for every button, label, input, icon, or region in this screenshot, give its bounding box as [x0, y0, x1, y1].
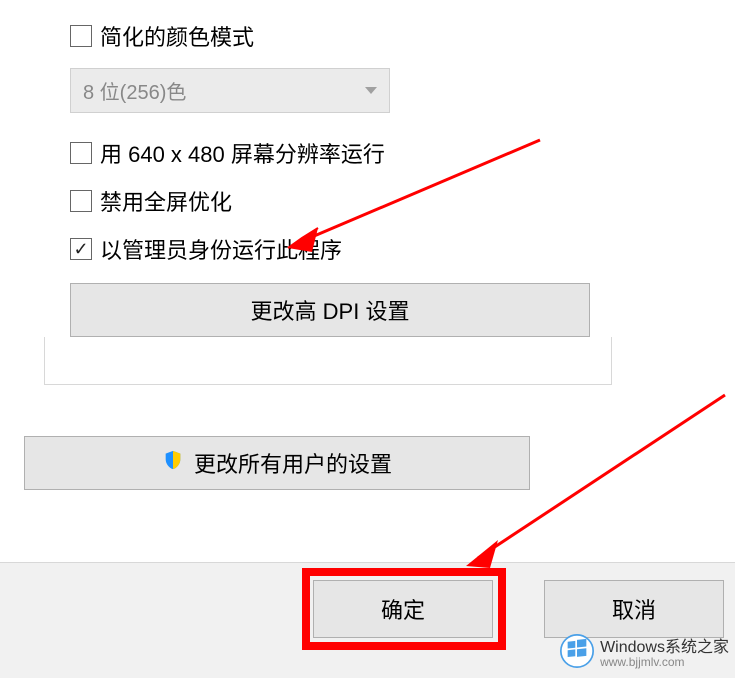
ok-button[interactable]: 确定 — [313, 580, 493, 638]
run-as-admin-label: 以管理员身份运行此程序 — [100, 233, 342, 265]
reduced-color-mode-label: 简化的颜色模式 — [100, 20, 254, 52]
cancel-button-label: 取消 — [612, 593, 656, 625]
change-all-users-settings-button[interactable]: 更改所有用户的设置 — [24, 436, 530, 490]
reduced-color-mode-checkbox[interactable] — [70, 25, 92, 47]
low-resolution-label: 用 640 x 480 屏幕分辨率运行 — [100, 137, 385, 169]
shield-icon — [162, 449, 184, 477]
ok-button-label: 确定 — [381, 593, 425, 625]
chevron-down-icon — [365, 87, 377, 94]
all-users-button-label: 更改所有用户的设置 — [194, 447, 392, 479]
windows-logo-icon — [560, 634, 594, 674]
run-as-admin-row: 以管理员身份运行此程序 — [70, 233, 735, 265]
color-depth-dropdown: 8 位(256)色 — [70, 68, 390, 113]
dpi-button-label: 更改高 DPI 设置 — [251, 294, 410, 326]
watermark: Windows系统之家 www.bjjmlv.com — [560, 634, 729, 674]
color-depth-selected: 8 位(256)色 — [83, 76, 186, 105]
low-resolution-row: 用 640 x 480 屏幕分辨率运行 — [70, 137, 735, 169]
disable-fullscreen-row: 禁用全屏优化 — [70, 185, 735, 217]
watermark-url: www.bjjmlv.com — [600, 656, 729, 669]
disable-fullscreen-checkbox[interactable] — [70, 190, 92, 212]
disable-fullscreen-label: 禁用全屏优化 — [100, 185, 232, 217]
low-resolution-checkbox[interactable] — [70, 142, 92, 164]
watermark-title: Windows系统之家 — [600, 639, 729, 657]
run-as-admin-checkbox[interactable] — [70, 238, 92, 260]
change-dpi-settings-button[interactable]: 更改高 DPI 设置 — [70, 283, 590, 337]
reduced-color-mode-row: 简化的颜色模式 — [70, 20, 735, 52]
cancel-button[interactable]: 取消 — [544, 580, 724, 638]
